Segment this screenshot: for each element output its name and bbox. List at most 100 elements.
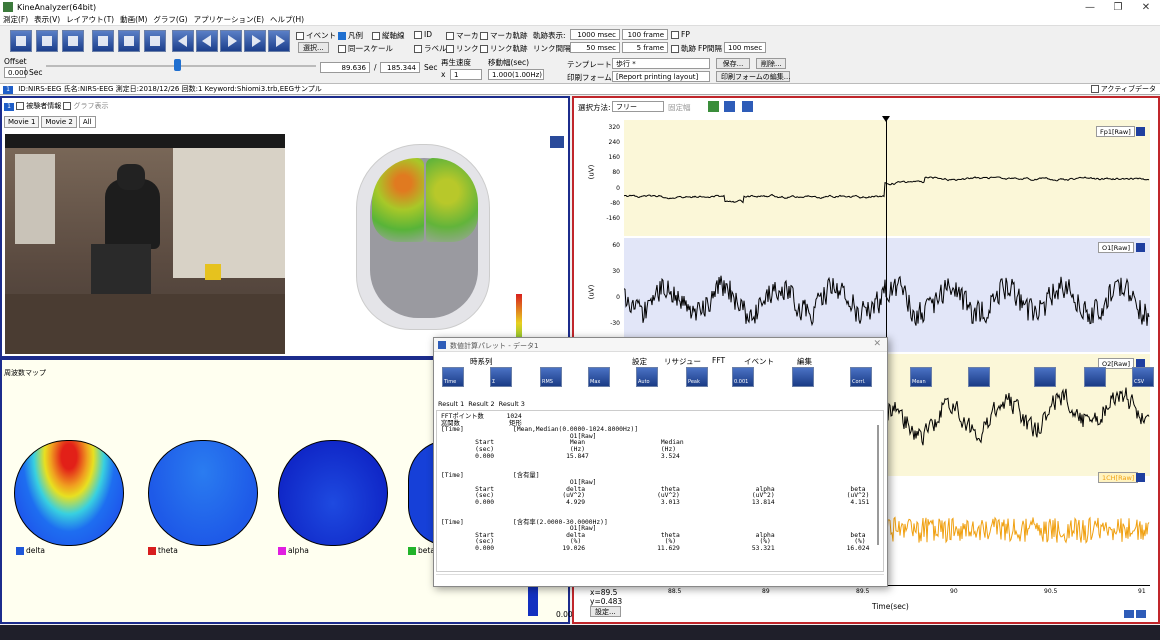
threshold-icon[interactable]: 0.001: [732, 367, 754, 387]
link-trace-checkbox[interactable]: リンク軌跡: [480, 43, 528, 54]
menu-video[interactable]: 動画(M): [117, 14, 150, 25]
fft-icon[interactable]: Mean: [910, 367, 932, 387]
dialog-titlebar[interactable]: 数値計算パレット - データ1 ✕: [434, 338, 887, 352]
zoom-in-icon[interactable]: [1136, 610, 1146, 618]
open-folder-icon[interactable]: [36, 30, 58, 52]
trace-ms-field[interactable]: 1000 msec: [570, 29, 620, 40]
fp-checkbox[interactable]: FP: [671, 30, 690, 39]
auto-icon[interactable]: Auto: [636, 367, 658, 387]
trace-checkbox[interactable]: 軌跡: [671, 43, 696, 54]
window-toggle-icon[interactable]: [550, 136, 564, 148]
seek-handle[interactable]: [174, 59, 181, 71]
menu-application[interactable]: アプリケーション(E): [191, 14, 267, 25]
eraser-icon[interactable]: [1034, 367, 1056, 387]
event-checkbox[interactable]: イベント: [296, 30, 336, 41]
video-frame[interactable]: [5, 134, 285, 354]
id-checkbox[interactable]: ID: [414, 30, 432, 39]
menu-graph[interactable]: グラフ(G): [150, 14, 190, 25]
template-select[interactable]: 歩行 *: [612, 58, 710, 69]
horizontal-scrollbar[interactable]: [436, 574, 884, 583]
vline-checkbox[interactable]: 縦軸線: [372, 30, 405, 41]
correlation-icon[interactable]: Corrl.: [850, 367, 872, 387]
link-checkbox[interactable]: リンク: [446, 43, 479, 54]
peak-icon[interactable]: Peak: [686, 367, 708, 387]
event-icon[interactable]: [968, 367, 990, 387]
link-frames-field[interactable]: 5 frame: [622, 42, 668, 53]
tab-result-3[interactable]: Result 3: [499, 400, 525, 408]
1ch-dropdown-icon[interactable]: [1136, 473, 1145, 482]
wave-settings-button[interactable]: 設定...: [590, 606, 621, 617]
table-icon[interactable]: [144, 30, 166, 52]
vertical-scrollbar[interactable]: [877, 425, 879, 545]
fp1-dropdown-icon[interactable]: [1136, 127, 1145, 136]
menu-help[interactable]: ヘルプ(H): [267, 14, 307, 25]
close-button[interactable]: ✕: [1132, 0, 1160, 14]
print-form-select[interactable]: [Report printing layout]: [612, 71, 710, 82]
save-template-button[interactable]: 保存...: [716, 58, 750, 69]
label-checkbox[interactable]: ラベル: [414, 43, 447, 54]
settings-icon[interactable]: [792, 367, 814, 387]
select-method-dropdown[interactable]: フリー: [612, 101, 664, 112]
channel-fp1[interactable]: [623, 120, 1150, 236]
marker-checkbox[interactable]: マーカ: [446, 30, 479, 41]
minimize-button[interactable]: —: [1076, 0, 1104, 14]
result-text-area[interactable]: FFTポイント数 1024 窓関数 矩形 [Time] [Mean,Median…: [436, 410, 884, 572]
1ch-channel-label[interactable]: 1CH[Raw]: [1098, 472, 1139, 483]
tab-result-1[interactable]: Result 1: [438, 400, 464, 408]
menu-bar: 測定(F) 表示(V) レイアウト(T) 動画(M) グラフ(G) アプリケーシ…: [0, 14, 1160, 26]
maxmin-icon[interactable]: Max: [588, 367, 610, 387]
same-scale-checkbox[interactable]: 同一スケール: [338, 43, 393, 54]
sum-icon[interactable]: Σ: [490, 367, 512, 387]
seek-track[interactable]: [46, 65, 316, 67]
delete-template-button[interactable]: 削除...: [756, 58, 786, 69]
tab-movie-1[interactable]: Movie 1: [4, 116, 40, 128]
image-icon[interactable]: [118, 30, 140, 52]
subject-info-checkbox[interactable]: 被験者情報: [16, 102, 61, 110]
speed-select[interactable]: 1: [450, 69, 482, 80]
cursor-icon[interactable]: [724, 101, 735, 112]
maximize-button[interactable]: ❐: [1104, 0, 1132, 14]
fp-ms-field[interactable]: 100 msec: [724, 42, 766, 53]
brain-3d-view[interactable]: [320, 134, 568, 356]
rms-icon[interactable]: RMS: [540, 367, 562, 387]
play-icon[interactable]: [220, 30, 242, 52]
graph-display-checkbox[interactable]: グラフ表示: [63, 102, 108, 110]
select-button[interactable]: 選択...: [298, 42, 329, 53]
menu-view[interactable]: 表示(V): [31, 14, 63, 25]
fixed-width-option[interactable]: 固定幅: [668, 102, 691, 113]
step-back-icon[interactable]: [196, 30, 218, 52]
snapshot-icon[interactable]: [742, 101, 753, 112]
menu-layout[interactable]: レイアウト(T): [63, 14, 117, 25]
menu-measure[interactable]: 測定(F): [0, 14, 31, 25]
print-form-edit-button[interactable]: 印刷フォームの編集...: [716, 71, 790, 82]
skip-start-icon[interactable]: [172, 30, 194, 52]
print-icon[interactable]: [62, 30, 84, 52]
trace-frames-field[interactable]: 100 frame: [622, 29, 668, 40]
skip-end-icon[interactable]: [268, 30, 290, 52]
dialog-close-button[interactable]: ✕: [873, 339, 881, 349]
o1-channel-label[interactable]: O1[Raw]: [1098, 242, 1134, 253]
new-measurement-icon[interactable]: [10, 30, 32, 52]
zoom-out-icon[interactable]: [1124, 610, 1134, 618]
tab-result-2[interactable]: Result 2: [468, 400, 494, 408]
tab-movie-2[interactable]: Movie 2: [41, 116, 77, 128]
tab-all[interactable]: All: [78, 116, 96, 128]
link-ms-field[interactable]: 50 msec: [570, 42, 620, 53]
legend-checkbox[interactable]: 凡例: [338, 30, 363, 41]
copy-icon[interactable]: [1084, 367, 1106, 387]
step-forward-icon[interactable]: [244, 30, 266, 52]
move-width-select[interactable]: 1.000(1.00Hz): [488, 69, 544, 80]
time-icon[interactable]: Time: [442, 367, 464, 387]
group-lissajous: リサジュー: [664, 357, 701, 366]
zoom-icon[interactable]: [708, 101, 719, 112]
fp1-channel-label[interactable]: Fp1[Raw]: [1096, 126, 1135, 137]
position-field[interactable]: 89.636: [320, 62, 370, 73]
o1-dropdown-icon[interactable]: [1136, 243, 1145, 252]
time-cursor-marker-icon[interactable]: [882, 116, 890, 122]
edit-icon[interactable]: [92, 30, 114, 52]
active-data-checkbox[interactable]: アクティブデータ: [1090, 84, 1156, 95]
channel-o1[interactable]: [623, 238, 1150, 352]
marker-trace-checkbox[interactable]: マーカ軌跡: [480, 30, 528, 41]
save-csv-icon[interactable]: CSV: [1132, 367, 1154, 387]
offset-field[interactable]: 0.000: [4, 67, 28, 78]
